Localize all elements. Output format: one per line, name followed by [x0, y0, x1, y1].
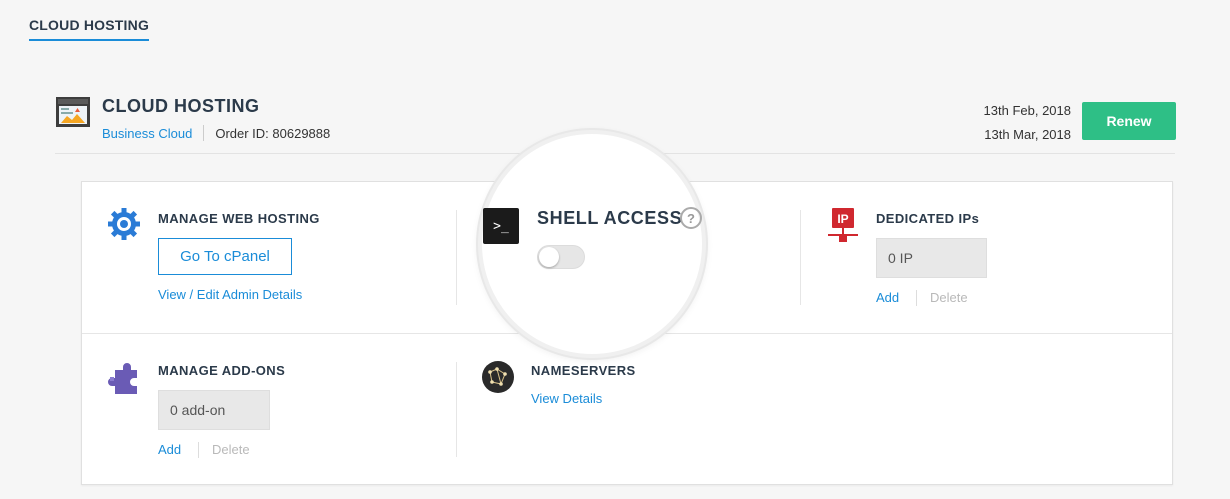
- svg-text:IP: IP: [837, 212, 848, 226]
- add-on-count: 0 add-on: [158, 390, 270, 430]
- hosting-monitor-icon: [55, 96, 91, 130]
- help-icon[interactable]: ?: [680, 207, 702, 229]
- ip-network-icon: IP: [826, 208, 860, 242]
- shell-access-toggle[interactable]: [537, 245, 585, 269]
- delete-addon-link[interactable]: Delete: [212, 442, 250, 457]
- dedicated-ips-title: DEDICATED IPs: [876, 211, 980, 226]
- view-nameserver-details-link[interactable]: View Details: [531, 391, 602, 406]
- go-to-cpanel-button[interactable]: Go To cPanel: [158, 238, 292, 275]
- add-ip-link[interactable]: Add: [876, 290, 899, 305]
- view-edit-admin-details-link[interactable]: View / Edit Admin Details: [158, 287, 302, 302]
- product-meta: Business Cloud Order ID: 80629888: [102, 125, 330, 141]
- column-divider: [456, 210, 457, 305]
- product-title: CLOUD HOSTING: [102, 96, 260, 116]
- column-divider: [800, 210, 801, 305]
- shell-access-spotlight: [478, 130, 706, 358]
- plan-link[interactable]: Business Cloud: [102, 126, 192, 141]
- subscription-dates: 13th Feb, 2018 13th Mar, 2018: [984, 99, 1071, 147]
- manage-web-hosting-title: MANAGE WEB HOSTING: [158, 211, 320, 226]
- order-id: Order ID: 80629888: [215, 125, 331, 141]
- end-date: 13th Mar, 2018: [984, 127, 1071, 142]
- link-divider: [198, 442, 199, 458]
- constellation-icon: [481, 360, 515, 394]
- terminal-icon: >_: [483, 208, 519, 244]
- puzzle-icon: [107, 360, 143, 396]
- link-divider: [916, 290, 917, 306]
- nameservers-title: NAMESERVERS: [531, 363, 636, 378]
- manage-add-ons-title: MANAGE ADD-ONS: [158, 363, 286, 378]
- toggle-knob: [539, 247, 559, 267]
- column-divider: [456, 362, 457, 457]
- delete-ip-link[interactable]: Delete: [930, 290, 968, 305]
- gear-icon: [107, 207, 141, 241]
- dedicated-ip-count: 0 IP: [876, 238, 987, 278]
- start-date: 13th Feb, 2018: [983, 103, 1071, 118]
- renew-button[interactable]: Renew: [1082, 102, 1176, 140]
- add-addon-link[interactable]: Add: [158, 442, 181, 457]
- breadcrumb-tab-cloud-hosting[interactable]: CLOUD HOSTING: [29, 17, 150, 41]
- meta-divider: [203, 125, 205, 141]
- shell-access-title: SHELL ACCESS: [537, 208, 683, 228]
